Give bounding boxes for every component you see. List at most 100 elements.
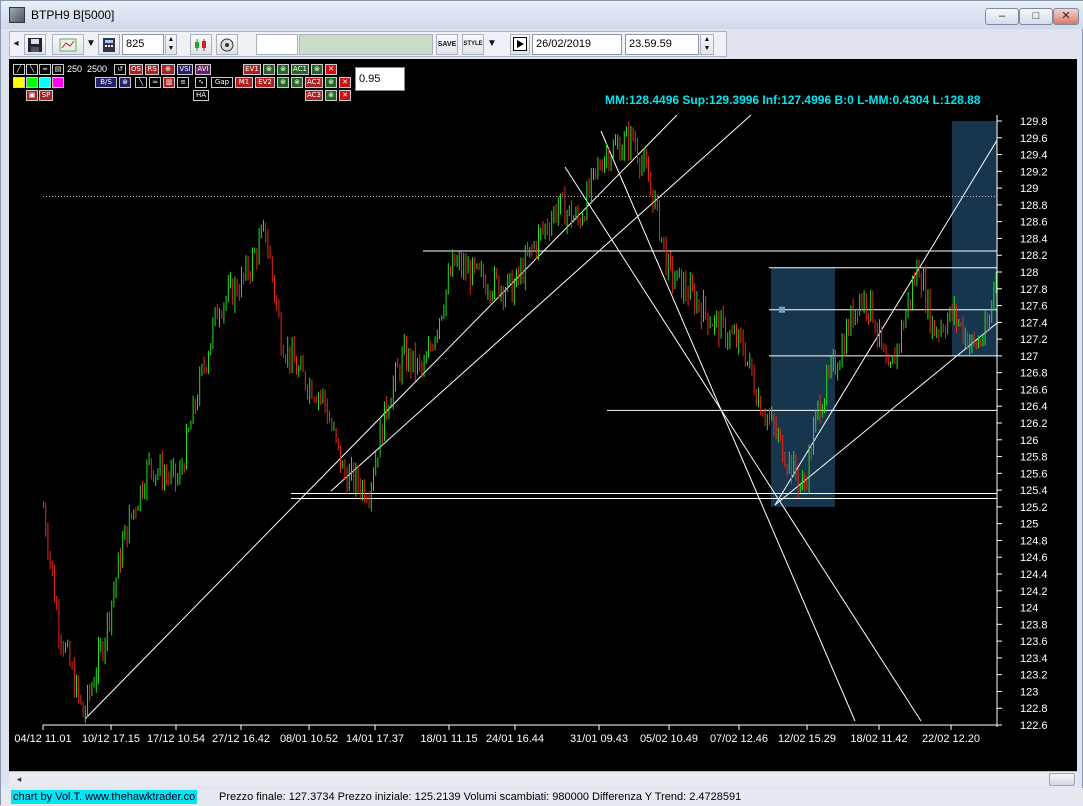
tag-ev2[interactable]: EV2 — [255, 77, 275, 88]
close-button[interactable]: ✕ — [1053, 8, 1079, 25]
zoom-ac2-icon[interactable]: ⊗ — [325, 77, 337, 88]
tag-vsi[interactable]: VSI — [177, 64, 193, 75]
threshold-input[interactable]: 0.95 — [355, 67, 405, 91]
y-tick-label: 127.4 — [1020, 317, 1048, 329]
trend-line — [84, 114, 678, 720]
x-tick-label: 08/01 10.52 — [280, 733, 338, 745]
tag-ac1[interactable]: AC1 — [291, 64, 309, 75]
y-tick-label: 126.4 — [1020, 401, 1048, 413]
draw-line-icon[interactable]: ╱ — [13, 64, 25, 75]
blank-field[interactable] — [256, 34, 298, 55]
time-stepper[interactable]: ▲ ▼ — [700, 34, 714, 55]
zoom-ac1-icon[interactable]: ⊗ — [311, 64, 323, 75]
y-tick-label: 125 — [1020, 519, 1038, 531]
line-tool-icon[interactable]: ╲ — [135, 77, 147, 88]
chevron-down-icon[interactable]: ▼ — [85, 34, 97, 55]
tag-ac3[interactable]: AC3 — [305, 90, 323, 101]
bar-tool-icon[interactable]: ▥ — [163, 77, 175, 88]
x-tick-label: 18/01 11.15 — [420, 733, 477, 745]
zoom-ev1-icon[interactable]: ⊗ — [263, 64, 275, 75]
line-handle — [779, 306, 785, 313]
bars-count-stepper[interactable]: ▲ ▼ — [165, 34, 177, 55]
y-tick-label: 123.4 — [1020, 653, 1048, 665]
y-tick-label: 128.4 — [1020, 233, 1048, 245]
channel-tool-icon[interactable]: ≈ — [149, 77, 161, 88]
toolbar-grip-icon: ◂ — [13, 38, 19, 49]
y-tick-label: 124 — [1020, 603, 1038, 615]
window-title: BTPH9 B[5000] — [31, 8, 115, 22]
progress-field — [299, 34, 433, 55]
zoom-ev2b-icon[interactable]: ⊗ — [291, 77, 303, 88]
close-ac3-icon[interactable]: ✕ — [339, 90, 351, 101]
y-tick-label: 122.8 — [1020, 703, 1048, 715]
scroll-thumb[interactable] — [1049, 773, 1075, 786]
calculator-icon[interactable] — [98, 34, 120, 55]
tag-avi[interactable]: AVI — [195, 64, 211, 75]
draw-ray-icon[interactable]: ╲ — [26, 64, 38, 75]
minimize-button[interactable]: – — [985, 8, 1019, 25]
save-icon[interactable] — [24, 34, 46, 55]
period-short[interactable]: 250 — [67, 64, 82, 74]
y-tick-label: 125.4 — [1020, 485, 1048, 497]
y-tick-label: 126.2 — [1020, 418, 1048, 430]
price-chart[interactable]: 129.8 129.6 129.4 129.2 129 128.8 128.6 128.4 12… — [9, 59, 1077, 771]
y-tick-label: 124.8 — [1020, 535, 1048, 547]
bookmark-icon[interactable]: ▣ — [26, 90, 38, 101]
x-tick-label: 04/12 11.01 — [14, 733, 71, 745]
scroll-left-icon[interactable]: ◂ — [11, 773, 27, 786]
color-cyan-swatch[interactable] — [39, 77, 51, 88]
indicator-settings-icon[interactable] — [216, 34, 238, 55]
y-tick-label: 129 — [1020, 183, 1038, 195]
tag-gap[interactable]: Gap — [211, 77, 233, 88]
close-ac2-icon[interactable]: ✕ — [339, 77, 351, 88]
zoom-ev2-icon[interactable]: ⊗ — [277, 77, 289, 88]
y-tick-label: 128.8 — [1020, 200, 1048, 212]
tag-rs[interactable]: RS — [145, 64, 159, 75]
y-tick-label: 123.2 — [1020, 670, 1048, 682]
date-input[interactable]: 26/02/2019 — [532, 34, 622, 55]
tag-m1[interactable]: M1 — [235, 77, 253, 88]
y-tick-label: 124.4 — [1020, 569, 1048, 581]
tag-sp[interactable]: SP — [39, 90, 53, 101]
tag-os[interactable]: OS — [129, 64, 143, 75]
tag-ev1[interactable]: EV1 — [243, 64, 261, 75]
grid-icon[interactable]: ▤ — [52, 64, 64, 75]
horizontal-scrollbar[interactable]: ◂ ▸ — [9, 771, 1077, 787]
zoom-icon[interactable]: ⊕ — [161, 64, 175, 75]
reset-icon[interactable]: ↺ — [114, 64, 126, 75]
zoom-bs-icon[interactable]: ⊗ — [119, 77, 131, 88]
candle-chart-icon[interactable] — [190, 34, 212, 55]
style-chevron-down-icon[interactable]: ▼ — [486, 34, 498, 55]
color-magenta-swatch[interactable] — [52, 77, 64, 88]
period-long[interactable]: 2500 — [87, 64, 107, 74]
y-tick-label: 128.2 — [1020, 250, 1048, 262]
zoom-ev1b-icon[interactable]: ⊗ — [277, 64, 289, 75]
credit-link[interactable]: chart by Vol.T. www.thehawktrader.co — [11, 790, 198, 804]
title-bar: BTPH9 B[5000] – □ ✕ — [1, 1, 1083, 29]
y-tick-label: 124.6 — [1020, 552, 1048, 564]
trend-line — [564, 166, 922, 722]
horizontal-line-icon[interactable]: ═ — [39, 64, 51, 75]
chart-area[interactable]: 129.8 129.6 129.4 129.2 129 128.8 128.6 128.4 12… — [9, 59, 1077, 771]
wave-tool-icon[interactable]: ∿ — [195, 77, 207, 88]
x-tick-label: 12/02 15.29 — [778, 733, 836, 745]
close-ac1-icon[interactable]: ✕ — [325, 64, 337, 75]
tag-bs[interactable]: B/S — [95, 77, 117, 88]
play-icon[interactable] — [510, 34, 530, 55]
color-yellow-swatch[interactable] — [13, 77, 25, 88]
maximize-button[interactable]: □ — [1019, 8, 1053, 25]
style-button[interactable]: STYLE — [462, 34, 484, 55]
toolbar: ◂ ▼ 825 ▲ ▼ SAVE STYLE ▼ 26/02/2019 23.59… — [9, 31, 727, 57]
fib-tool-icon[interactable]: ≡ — [177, 77, 189, 88]
bars-count-input[interactable]: 825 — [122, 34, 164, 55]
tag-ac2[interactable]: AC2 — [305, 77, 323, 88]
time-input[interactable]: 23.59.59 — [625, 34, 699, 55]
x-tick-label: 07/02 12.46 — [710, 733, 768, 745]
y-tick-label: 122.6 — [1020, 720, 1048, 732]
chart-type-button[interactable] — [52, 34, 84, 55]
tag-ha[interactable]: HA — [193, 90, 209, 101]
zoom-ac3-icon[interactable]: ⊗ — [325, 90, 337, 101]
color-green-swatch[interactable] — [26, 77, 38, 88]
y-tick-label: 125.8 — [1020, 452, 1048, 464]
save-style-button[interactable]: SAVE — [436, 34, 458, 55]
